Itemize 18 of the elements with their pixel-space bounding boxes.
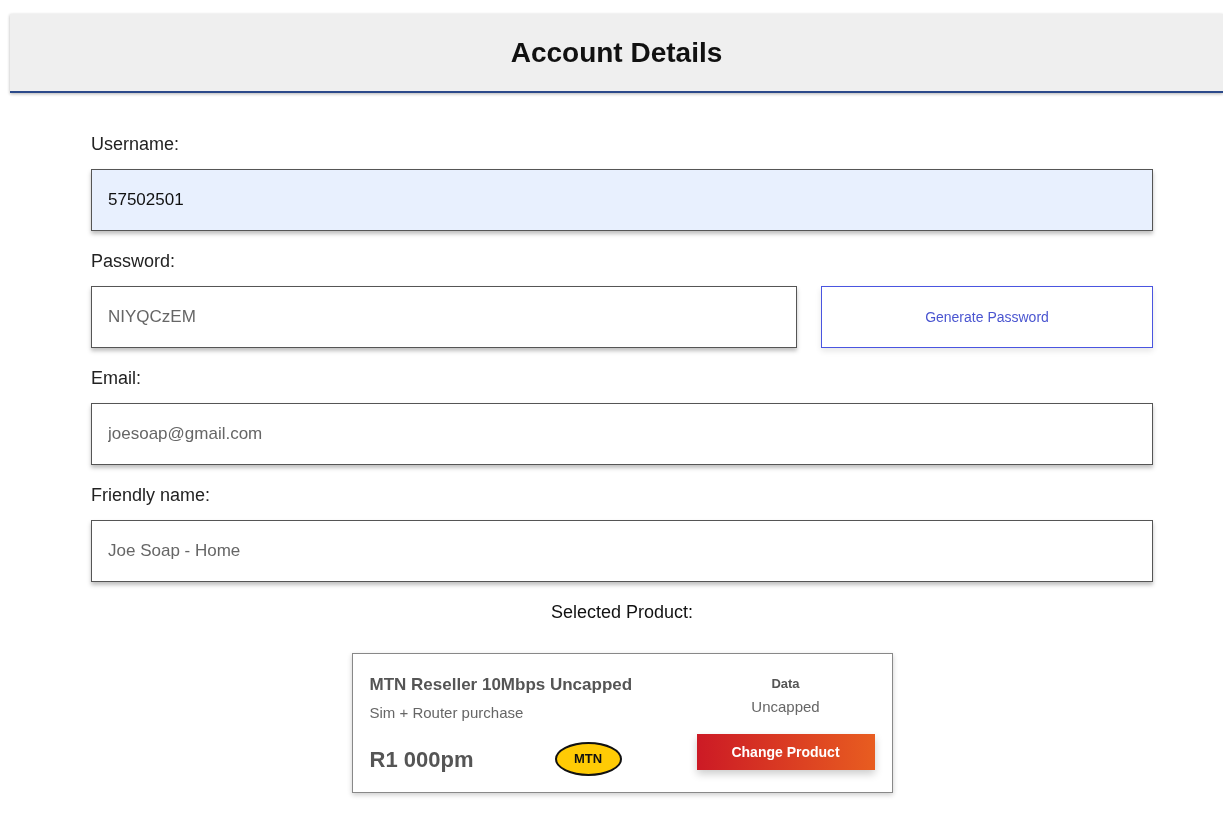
field-label: Password: bbox=[91, 250, 176, 273]
mtn-logo: MTN bbox=[554, 742, 622, 776]
field-label: Email: bbox=[91, 367, 141, 390]
generate-password-button[interactable]: Generate Password bbox=[821, 286, 1153, 348]
data-label: Data bbox=[771, 675, 800, 693]
data-value: Uncapped bbox=[751, 696, 820, 717]
product-price: R1 000pm bbox=[369, 745, 474, 774]
field-label: Friendly name: bbox=[91, 484, 211, 507]
input-field[interactable]: Joe Soap - Home bbox=[91, 520, 1153, 582]
change-product-button[interactable]: Change Product bbox=[696, 734, 875, 770]
input-field[interactable]: joesoap@gmail.com bbox=[91, 403, 1153, 465]
product-name: MTN Reseller 10Mbps Uncapped bbox=[369, 674, 634, 696]
page-title: Account Details bbox=[510, 35, 723, 70]
field-label: Username: bbox=[91, 133, 180, 156]
section-heading: Selected Product: bbox=[549, 601, 695, 624]
input-field[interactable]: 57502501 bbox=[91, 169, 1153, 231]
input-field[interactable]: NIYQCzEM bbox=[91, 286, 797, 348]
product-subtitle: Sim + Router purchase bbox=[369, 702, 525, 723]
